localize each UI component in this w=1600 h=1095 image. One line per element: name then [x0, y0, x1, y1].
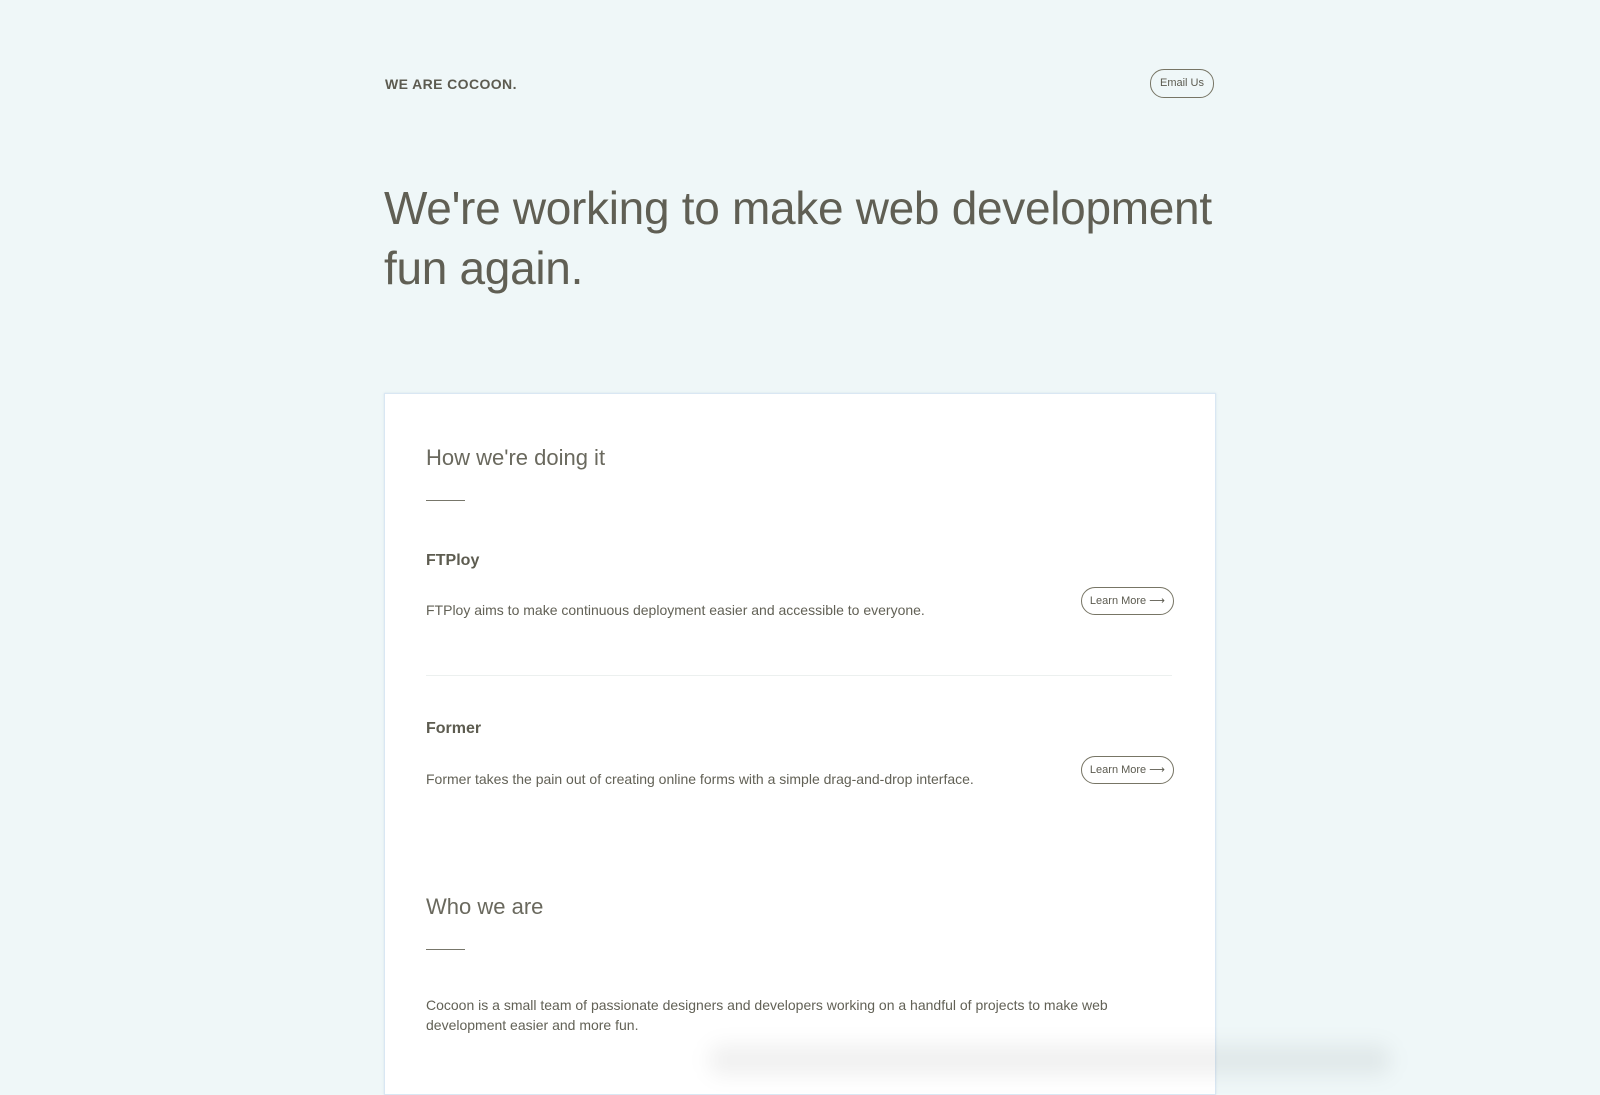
- project-description-ftploy: FTPloy aims to make continuous deploymen…: [426, 602, 925, 618]
- project-name-ftploy: FTPloy: [426, 552, 480, 569]
- who-title-underline: [426, 949, 465, 950]
- email-us-button[interactable]: Email Us: [1149, 69, 1214, 98]
- bottom-overlay-shadow: [710, 1045, 1390, 1075]
- learn-more-button-former[interactable]: Learn More ⟶: [1080, 756, 1174, 784]
- project-description-former: Former takes the pain out of creating on…: [426, 771, 974, 787]
- project-name-former: Former: [426, 720, 482, 737]
- learn-more-button-ftploy[interactable]: Learn More ⟶: [1080, 587, 1174, 615]
- how-title-underline: [426, 500, 465, 501]
- hero-headline: We're working to make web development fu…: [384, 182, 1212, 294]
- brand-logo-text[interactable]: WE ARE COCOON.: [385, 76, 517, 92]
- about-text: Cocoon is a small team of passionate des…: [426, 997, 1108, 1033]
- content-card: How we're doing it FTPloy FTPloy aims to…: [384, 393, 1216, 1095]
- how-section-title: How we're doing it: [426, 445, 606, 470]
- who-section-title: Who we are: [426, 894, 544, 919]
- project-divider: [426, 675, 1172, 676]
- site-header: WE ARE COCOON. Email Us: [385, 69, 1214, 98]
